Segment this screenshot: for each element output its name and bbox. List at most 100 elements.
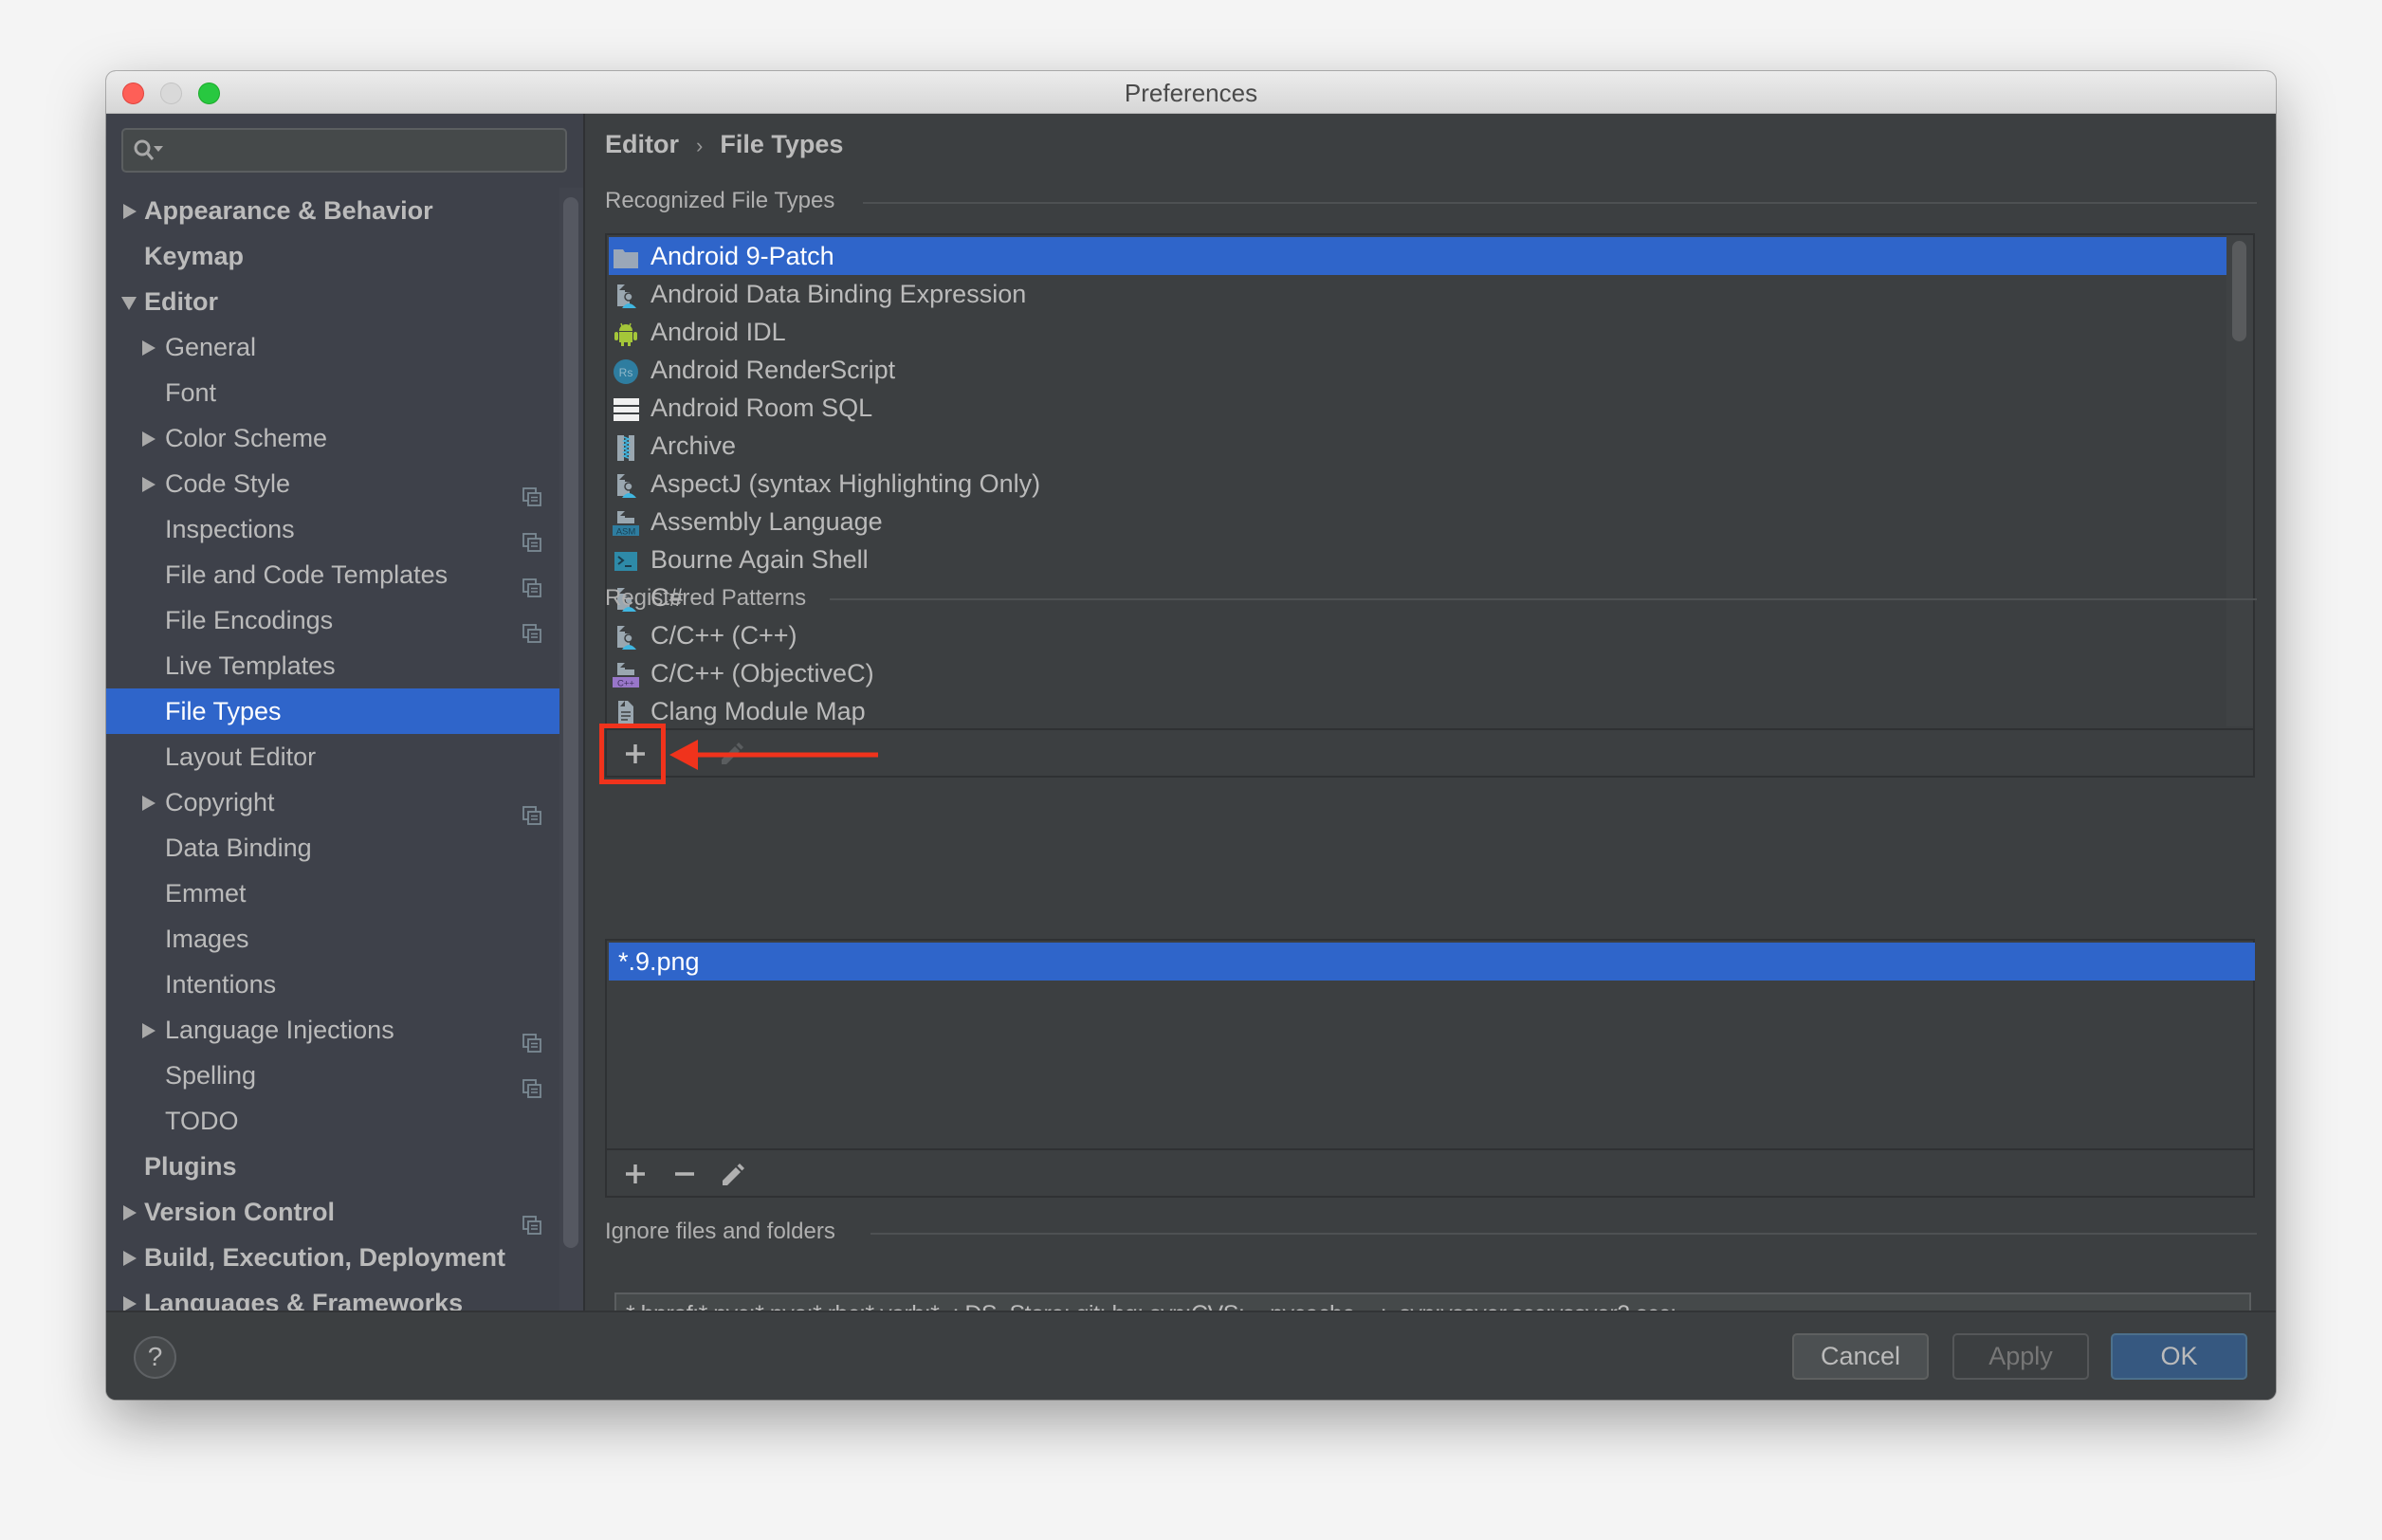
file-type-label: Android Room SQL <box>650 394 873 422</box>
sidebar-item-label: Intentions <box>165 970 277 999</box>
project-scope-icon <box>522 475 541 506</box>
breadcrumb-separator: › <box>696 134 704 157</box>
chevron-right-icon[interactable] <box>123 1205 137 1220</box>
sidebar-item-label: Inspections <box>165 515 295 543</box>
sidebar-item-inspections[interactable]: Inspections <box>106 506 559 552</box>
chevron-right-icon[interactable] <box>142 796 156 811</box>
chevron-down-icon[interactable] <box>121 297 137 310</box>
chevron-right-icon[interactable] <box>123 1251 137 1266</box>
section-divider <box>830 598 2257 600</box>
file-type-row[interactable]: Rs Android RenderScript <box>609 351 2226 389</box>
file-type-row[interactable]: Android Room SQL <box>609 389 2226 427</box>
file-type-row[interactable]: AspectJ (syntax Highlighting Only) <box>609 465 2226 503</box>
file-type-label: Android Data Binding Expression <box>650 280 1027 308</box>
file-type-row[interactable]: C# <box>609 578 2226 616</box>
file-type-row[interactable]: Android 9-Patch <box>609 237 2226 275</box>
chevron-right-icon[interactable] <box>142 340 156 356</box>
text-file-icon <box>613 699 639 725</box>
sidebar-item-version-control[interactable]: Version Control <box>106 1189 559 1235</box>
sidebar-item-font[interactable]: Font <box>106 370 559 415</box>
sidebar-item-live-templates[interactable]: Live Templates <box>106 643 559 688</box>
file-type-row[interactable]: Archive <box>609 427 2226 465</box>
sidebar-item-appearance-behavior[interactable]: Appearance & Behavior <box>106 188 559 233</box>
sidebar-item-file-and-code-templates[interactable]: File and Code Templates <box>106 552 559 597</box>
sidebar-item-images[interactable]: Images <box>106 916 559 962</box>
sidebar-item-label: Color Scheme <box>165 424 328 452</box>
pattern-label: *.9.png <box>618 947 700 976</box>
remove-pattern-button[interactable] <box>670 1160 699 1188</box>
sidebar-item-code-style[interactable]: Code Style <box>106 461 559 506</box>
sidebar-item-build-execution-deployment[interactable]: Build, Execution, Deployment <box>106 1235 559 1280</box>
chevron-right-icon[interactable] <box>142 431 156 447</box>
sidebar-item-label: Layout Editor <box>165 742 317 771</box>
cancel-button[interactable]: Cancel <box>1792 1333 1929 1380</box>
sidebar-item-keymap[interactable]: Keymap <box>106 233 559 279</box>
sidebar-item-languages-frameworks[interactable]: Languages & Frameworks <box>106 1280 559 1311</box>
sidebar-item-copyright[interactable]: Copyright <box>106 779 559 825</box>
file-type-row[interactable]: Clang Module Map <box>609 692 2226 728</box>
sidebar-item-data-binding[interactable]: Data Binding <box>106 825 559 871</box>
sidebar-item-plugins[interactable]: Plugins <box>106 1144 559 1189</box>
sidebar-item-label: Live Templates <box>165 651 336 680</box>
sidebar-item-file-types[interactable]: File Types <box>106 688 559 734</box>
chevron-right-icon[interactable] <box>142 477 156 492</box>
file-type-row[interactable]: Android IDL <box>609 313 2226 351</box>
file-type-rows: Android 9-Patch Android Data Binding Expr… <box>609 237 2226 728</box>
table-icon <box>613 395 639 422</box>
project-scope-icon <box>522 794 541 825</box>
file-type-row[interactable]: C++ C/C++ (ObjectiveC) <box>609 654 2226 692</box>
custom-file-icon <box>613 282 639 308</box>
sidebar-item-general[interactable]: General <box>106 324 559 370</box>
sidebar-item-emmet[interactable]: Emmet <box>106 871 559 916</box>
section-divider <box>863 202 2257 204</box>
breadcrumb-current: File Types <box>720 130 844 158</box>
help-button[interactable]: ? <box>134 1336 176 1379</box>
sidebar-item-layout-editor[interactable]: Layout Editor <box>106 734 559 779</box>
sidebar-item-intentions[interactable]: Intentions <box>106 962 559 1007</box>
file-type-label: Android 9-Patch <box>650 242 834 270</box>
chevron-right-icon[interactable] <box>142 1023 156 1038</box>
file-type-label: Clang Module Map <box>650 697 866 725</box>
breadcrumb-parent: Editor <box>605 130 679 158</box>
sidebar-item-color-scheme[interactable]: Color Scheme <box>106 415 559 461</box>
cpp-file-icon: C++ <box>613 661 639 689</box>
apply-button[interactable]: Apply <box>1952 1333 2089 1380</box>
custom-file-icon <box>613 471 639 498</box>
sidebar-item-label: Appearance & Behavior <box>144 196 433 225</box>
registered-patterns-label: Registered Patterns <box>605 585 807 611</box>
section-divider <box>870 1233 2257 1235</box>
sidebar-item-label: Build, Execution, Deployment <box>144 1243 506 1272</box>
title-bar: Preferences <box>106 71 2276 114</box>
sidebar-item-label: TODO <box>165 1107 239 1135</box>
project-scope-icon <box>522 612 541 643</box>
settings-sidebar: Appearance & Behavior Keymap Editor General… <box>106 114 585 1311</box>
sidebar-item-editor[interactable]: Editor <box>106 279 559 324</box>
sidebar-scrollbar-thumb[interactable] <box>563 197 578 1248</box>
sidebar-item-todo[interactable]: TODO <box>106 1098 559 1144</box>
renderscript-icon: Rs <box>613 358 639 384</box>
project-scope-icon <box>522 566 541 597</box>
chevron-right-icon[interactable] <box>123 1296 137 1311</box>
file-type-label: AspectJ (syntax Highlighting Only) <box>650 469 1041 498</box>
file-types-scrollbar-thumb[interactable] <box>2232 241 2246 341</box>
dialog-footer: ? Cancel Apply OK <box>106 1311 2276 1400</box>
add-pattern-button[interactable] <box>621 1160 650 1188</box>
android-icon <box>613 320 639 346</box>
file-type-row[interactable]: Android Data Binding Expression <box>609 275 2226 313</box>
chevron-right-icon[interactable] <box>123 204 137 219</box>
pattern-row[interactable]: *.9.png <box>609 943 2255 981</box>
sidebar-item-label: File and Code Templates <box>165 560 449 589</box>
ok-button[interactable]: OK <box>2111 1333 2247 1380</box>
sidebar-item-spelling[interactable]: Spelling <box>106 1053 559 1098</box>
settings-search-input[interactable] <box>121 128 567 173</box>
sidebar-item-label: Keymap <box>144 242 245 270</box>
file-type-row[interactable]: ASM Assembly Language <box>609 503 2226 541</box>
sidebar-item-label: Editor <box>144 287 218 316</box>
sidebar-item-file-encodings[interactable]: File Encodings <box>106 597 559 643</box>
sidebar-item-label: Languages & Frameworks <box>144 1289 464 1311</box>
file-types-scrollbar-track[interactable] <box>2226 235 2253 726</box>
file-type-row[interactable]: Bourne Again Shell <box>609 541 2226 578</box>
edit-pattern-button[interactable] <box>719 1160 747 1188</box>
file-type-row[interactable]: C/C++ (C++) <box>609 616 2226 654</box>
sidebar-item-language-injections[interactable]: Language Injections <box>106 1007 559 1053</box>
